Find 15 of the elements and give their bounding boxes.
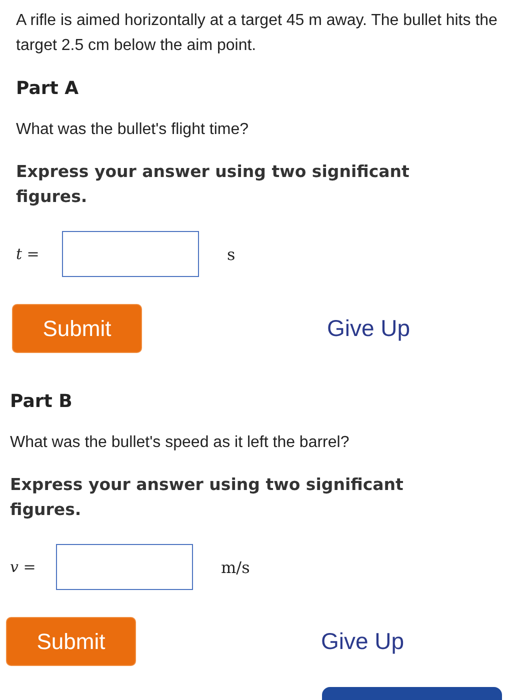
part-title: Part B: [10, 391, 72, 412]
give-up-link[interactable]: Give Up: [321, 628, 404, 655]
question-text: What was the bullet's flight time?: [16, 121, 250, 139]
instruction-text: Express your answer using two significant figures.: [10, 474, 404, 521]
variable-label: v =: [10, 558, 37, 576]
unit-label: m/s: [221, 558, 250, 576]
unit-label: s: [227, 244, 236, 264]
answer-field[interactable]: [62, 231, 199, 277]
question-text: What was the bullet's speed as it left the barrel?: [10, 434, 350, 452]
part-title: Part A: [16, 78, 79, 99]
instruction-text: Express your answer using two significant figures.: [16, 161, 410, 208]
give-up-link[interactable]: Give Up: [327, 315, 410, 342]
variable-label: t =: [16, 245, 40, 263]
problem-text: A rifle is aimed horizontally at a target 45 m away. The bullet hits the target 2.5 cm below the aim point.: [16, 11, 498, 56]
answer-field[interactable]: [56, 544, 193, 590]
